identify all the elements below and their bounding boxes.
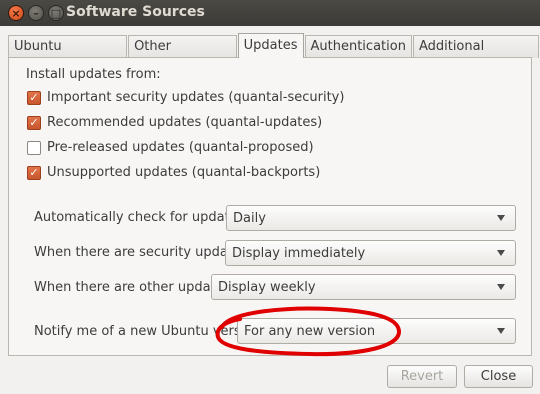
- revert-button[interactable]: Revert: [387, 365, 457, 388]
- chevron-down-icon: [497, 328, 505, 334]
- other-updates-value: Display weekly: [218, 279, 316, 295]
- maximize-window-icon[interactable]: □: [48, 5, 64, 21]
- minimize-window-icon[interactable]: –: [28, 5, 44, 21]
- close-window-icon[interactable]: ×: [8, 5, 24, 21]
- tab-authentication[interactable]: Authentication: [304, 35, 412, 58]
- proposed-checkbox[interactable]: [27, 140, 41, 155]
- security-updates-label: When there are security updates:: [34, 245, 253, 260]
- security-updates-value: Display immediately: [232, 245, 366, 261]
- other-updates-label: When there are other updates:: [34, 280, 235, 295]
- tab-additional-drivers[interactable]: Additional Drivers: [412, 35, 539, 75]
- auto-check-value: Daily: [233, 210, 266, 226]
- install-updates-heading: Install updates from:: [26, 67, 161, 82]
- notify-value: For any new version: [244, 323, 376, 339]
- tab-ubuntu-software[interactable]: Ubuntu Software: [8, 35, 128, 75]
- window-titlebar: × – □ Software Sources: [0, 0, 540, 26]
- chevron-down-icon: [497, 215, 505, 221]
- proposed-checkbox-label: Pre-released updates (quantal-proposed): [47, 140, 314, 155]
- source-proposed-row[interactable]: Pre-released updates (quantal-proposed): [27, 140, 314, 155]
- chevron-down-icon: [497, 284, 505, 290]
- other-updates-dropdown[interactable]: Display weekly: [211, 274, 516, 300]
- auto-check-dropdown[interactable]: Daily: [226, 205, 516, 231]
- tab-other-software[interactable]: Other Software: [128, 35, 237, 75]
- source-security-row[interactable]: ✓ Important security updates (quantal-se…: [27, 90, 344, 105]
- window-title: Software Sources: [66, 4, 205, 20]
- recommended-checkbox-label: Recommended updates (quantal-updates): [47, 115, 323, 130]
- security-updates-dropdown[interactable]: Display immediately: [225, 240, 516, 266]
- backports-checkbox[interactable]: ✓: [27, 165, 41, 180]
- security-checkbox[interactable]: ✓: [27, 90, 41, 105]
- tab-bar: Ubuntu Software Other Software Updates A…: [8, 33, 540, 75]
- tab-updates[interactable]: Updates: [237, 33, 304, 58]
- auto-check-label: Automatically check for updates:: [34, 210, 249, 225]
- backports-checkbox-label: Unsupported updates (quantal-backports): [47, 165, 321, 180]
- chevron-down-icon: [497, 250, 505, 256]
- security-checkbox-label: Important security updates (quantal-secu…: [47, 90, 345, 105]
- close-button[interactable]: Close: [464, 365, 533, 388]
- notify-dropdown[interactable]: For any new version: [237, 318, 516, 344]
- recommended-checkbox[interactable]: ✓: [27, 115, 41, 130]
- source-backports-row[interactable]: ✓ Unsupported updates (quantal-backports…: [27, 165, 320, 180]
- source-recommended-row[interactable]: ✓ Recommended updates (quantal-updates): [27, 115, 322, 130]
- notify-label: Notify me of a new Ubuntu version:: [34, 324, 265, 339]
